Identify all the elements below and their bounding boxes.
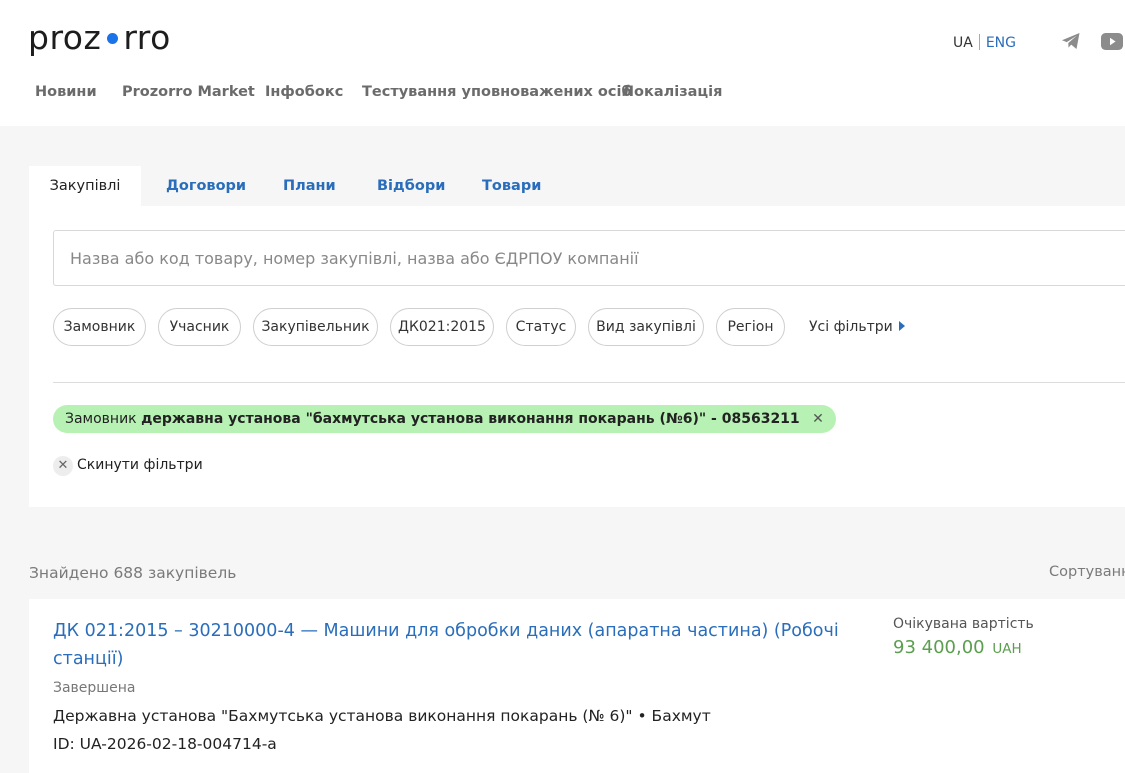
- telegram-icon[interactable]: [1061, 32, 1081, 54]
- reset-filters-button[interactable]: ✕ Скинути фільтри: [53, 455, 203, 476]
- all-filters-label: Усі фільтри: [809, 319, 893, 335]
- tab-contracts[interactable]: Договори: [166, 166, 246, 206]
- filter-chip-procurement-type[interactable]: Вид закупівлі: [588, 308, 704, 346]
- tab-products[interactable]: Товари: [482, 166, 541, 206]
- nav-item-testing[interactable]: Тестування уповноважених осіб: [362, 84, 632, 100]
- filter-chip-dk021[interactable]: ДК021:2015: [390, 308, 494, 346]
- all-filters-button[interactable]: Усі фільтри: [809, 318, 905, 336]
- logo-text-left: proz: [28, 18, 102, 57]
- active-filter-value: державна установа "бахмутська установа в…: [141, 411, 800, 427]
- tender-buyer: Державна установа "Бахмутська установа в…: [53, 707, 711, 725]
- tender-status: Завершена: [53, 680, 136, 696]
- youtube-icon[interactable]: [1101, 33, 1123, 54]
- tender-title-link[interactable]: ДК 021:2015 – 30210000-4 — Машини для об…: [53, 617, 843, 673]
- active-filter-chip[interactable]: Замовник державна установа "бахмутська у…: [53, 405, 836, 433]
- tab-plans[interactable]: Плани: [283, 166, 336, 206]
- caret-right-icon: [898, 321, 905, 331]
- nav-item-infobox[interactable]: Інфобокс: [265, 84, 343, 100]
- filter-chip-status[interactable]: Статус: [506, 308, 576, 346]
- expected-value: 93 400,00 UAH: [893, 637, 1022, 658]
- lang-eng[interactable]: ENG: [986, 35, 1016, 51]
- filter-chip-region[interactable]: Регіон: [716, 308, 785, 346]
- close-circle-icon: ✕: [53, 456, 73, 476]
- logo-dot-icon: [107, 32, 119, 44]
- reset-filters-label: Скинути фільтри: [77, 457, 203, 473]
- tender-id: ID: UA-2026-02-18-004714-a: [53, 735, 277, 753]
- lang-ua[interactable]: UA: [953, 35, 973, 51]
- tab-tenders[interactable]: Закупівлі: [29, 166, 141, 206]
- nav-item-market[interactable]: Prozorro Market: [122, 84, 255, 100]
- lang-separator: [978, 34, 980, 50]
- tab-selections[interactable]: Відбори: [377, 166, 445, 206]
- remove-filter-icon[interactable]: ✕: [812, 411, 824, 427]
- filter-chip-buyer[interactable]: Замовник: [53, 308, 146, 346]
- filter-chip-participant[interactable]: Учасник: [158, 308, 241, 346]
- results-count: Знайдено 688 закупівель: [29, 564, 237, 582]
- sort-dropdown[interactable]: Сортування: [1049, 564, 1125, 580]
- nav-item-news[interactable]: Новини: [35, 84, 97, 100]
- active-filter-label: Замовник: [65, 411, 137, 427]
- logo-text-right: rro: [123, 18, 171, 57]
- site-header: proz rro UA ENG Новини Prozorro Market Інф…: [0, 0, 1125, 126]
- expected-value-currency: UAH: [992, 641, 1022, 657]
- nav-item-localization[interactable]: Локалізація: [622, 84, 722, 100]
- expected-value-label: Очікувана вартість: [893, 616, 1034, 632]
- search-input[interactable]: [54, 231, 1125, 285]
- expected-value-amount: 93 400,00: [893, 637, 985, 658]
- prozorro-logo[interactable]: proz rro: [28, 20, 171, 56]
- filter-chip-procurer[interactable]: Закупівельник: [253, 308, 378, 346]
- language-switcher: UA ENG: [953, 34, 1016, 52]
- search-field: [53, 230, 1125, 286]
- filters-divider: [53, 382, 1125, 383]
